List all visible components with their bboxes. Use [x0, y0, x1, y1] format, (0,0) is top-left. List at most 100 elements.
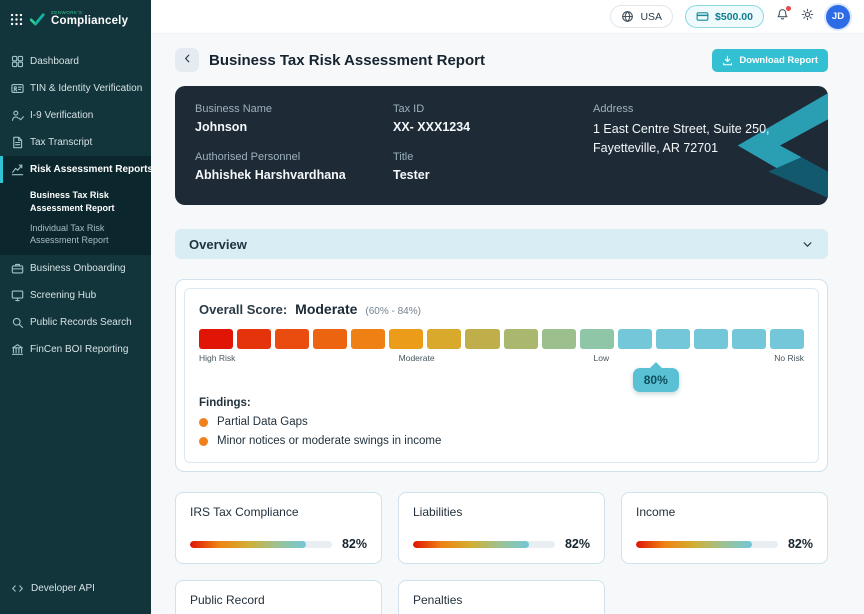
sidebar-item-label: Dashboard — [30, 56, 79, 67]
sidebar-item-i-9-verification[interactable]: I-9 Verification — [0, 102, 151, 129]
score-tooltip-value: 80% — [644, 373, 668, 387]
metric-progress-bar — [190, 541, 332, 548]
settings-button[interactable] — [801, 8, 814, 26]
metric-title: Public Record — [190, 593, 367, 607]
risk-scale-label: Moderate — [399, 353, 435, 363]
sidebar-item-screening-hub[interactable]: Screening Hub — [0, 282, 151, 309]
field-label: Tax ID — [393, 103, 593, 115]
globe-icon — [621, 10, 634, 23]
risk-segment — [465, 329, 499, 349]
metric-card-irs-tax-compliance: IRS Tax Compliance82% — [175, 492, 382, 564]
download-report-button[interactable]: Download Report — [712, 49, 828, 72]
code-icon — [11, 582, 24, 595]
chevron-left-icon — [181, 52, 194, 68]
notifications-button[interactable] — [776, 8, 789, 26]
sidebar-item-label: FinCen BOI Reporting — [30, 344, 128, 355]
download-icon — [722, 55, 733, 66]
risk-segment — [770, 329, 804, 349]
field-value: Abhishek Harshvardhana — [195, 168, 393, 182]
sidebar-item-label: Screening Hub — [30, 290, 96, 301]
metric-title: Income — [636, 505, 813, 519]
app-window: ZENWORK'S Compliancely Dashboard TIN & Id… — [0, 0, 864, 614]
sidebar-subitem-business-tax-risk-assessment-report[interactable]: Business Tax Risk Assessment Report — [0, 185, 151, 217]
region-label: USA — [640, 11, 662, 23]
balance-amount: $500.00 — [715, 11, 753, 23]
balance-button[interactable]: $500.00 — [685, 5, 764, 28]
bank-icon — [11, 343, 24, 356]
region-selector[interactable]: USA — [610, 5, 673, 28]
brand-name: Compliancely — [51, 15, 128, 28]
user-avatar[interactable]: JD — [826, 5, 850, 29]
page-header: Business Tax Risk Assessment Report Down… — [175, 48, 828, 72]
check-icon — [29, 12, 45, 26]
risk-scale-labels: High RiskModerateLowNo Risk — [199, 352, 804, 364]
metric-card-public-record: Public Record — [175, 580, 382, 614]
field-value: Tester — [393, 168, 593, 182]
sidebar-header: ZENWORK'S Compliancely — [0, 0, 151, 40]
main-content: Business Tax Risk Assessment Report Down… — [151, 34, 864, 614]
score-range: (60% - 84%) — [365, 306, 421, 317]
field-label: Address — [593, 103, 808, 115]
finding-item: Partial Data Gaps — [199, 416, 804, 428]
download-report-label: Download Report — [739, 55, 818, 66]
risk-scale-label: Low — [594, 353, 610, 363]
sidebar-item-label: I-9 Verification — [30, 110, 93, 121]
field-label: Authorised Personnel — [195, 151, 393, 163]
sidebar-item-dashboard[interactable]: Dashboard — [0, 48, 151, 75]
metric-title: IRS Tax Compliance — [190, 505, 367, 519]
address-field: Address 1 East Centre Street, Suite 250,… — [593, 103, 808, 182]
sidebar-item-risk-assessment-reports[interactable]: Risk Assessment Reports — [0, 156, 151, 183]
card-icon — [696, 10, 709, 23]
apps-grid-icon[interactable] — [10, 13, 23, 26]
sidebar-item-label: Business Onboarding — [30, 263, 126, 274]
metric-card-income: Income82% — [621, 492, 828, 564]
overview-accordion[interactable]: Overview — [175, 229, 828, 259]
authorised-personnel-field: Authorised Personnel Abhishek Harshvardh… — [195, 151, 393, 182]
risk-segment — [732, 329, 766, 349]
monitor-icon — [11, 289, 24, 302]
field-value: Johnson — [195, 120, 393, 134]
sidebar-subitem-individual-tax-risk-assessment-report[interactable]: Individual Tax Risk Assessment Report — [0, 218, 151, 250]
overview-title: Overview — [189, 237, 247, 252]
briefcase-icon — [11, 262, 24, 275]
sidebar-item-business-onboarding[interactable]: Business Onboarding — [0, 255, 151, 282]
file-text-icon — [11, 136, 24, 149]
sidebar-item-tin-identity-verification[interactable]: TIN & Identity Verification — [0, 75, 151, 102]
sidebar-item-tax-transcript[interactable]: Tax Transcript — [0, 129, 151, 156]
sidebar-item-developer-api[interactable]: Developer API — [0, 575, 151, 602]
back-button[interactable] — [175, 48, 199, 72]
business-info-grid: Business Name Johnson Tax ID XX- XXX1234… — [195, 103, 808, 182]
sidebar-item-fincen-boi-reporting[interactable]: FinCen BOI Reporting — [0, 336, 151, 363]
search-icon — [11, 316, 24, 329]
risk-segment — [542, 329, 576, 349]
metric-title: Liabilities — [413, 505, 590, 519]
sidebar-item-label: Tax Transcript — [30, 137, 92, 148]
metric-card-penalties: Penalties — [398, 580, 605, 614]
sidebar-item-label: Developer API — [31, 583, 95, 594]
score-tooltip: 80% — [633, 368, 679, 392]
risk-scale — [199, 329, 804, 349]
findings-list: Partial Data GapsMinor notices or modera… — [199, 416, 804, 447]
gear-icon — [801, 8, 814, 26]
risk-segment — [504, 329, 538, 349]
page-title: Business Tax Risk Assessment Report — [209, 52, 485, 69]
risk-segment — [313, 329, 347, 349]
sidebar-item-public-records-search[interactable]: Public Records Search — [0, 309, 151, 336]
risk-segment — [618, 329, 652, 349]
risk-segment — [580, 329, 614, 349]
overall-score-panel: Overall Score: Moderate (60% - 84%) High… — [175, 279, 828, 472]
sidebar-nav: Dashboard TIN & Identity Verification I-9 … — [0, 48, 151, 363]
metric-progress-bar — [636, 541, 778, 548]
title-field: Title Tester — [393, 151, 593, 182]
sidebar-item-label: Risk Assessment Reports — [30, 164, 153, 175]
risk-chart-icon — [11, 163, 24, 176]
business-summary-card: Business Name Johnson Tax ID XX- XXX1234… — [175, 86, 828, 205]
metric-value: 82% — [565, 537, 590, 551]
findings-title: Findings: — [199, 397, 804, 409]
chevron-down-icon — [801, 238, 814, 251]
risk-scale-label: High Risk — [199, 353, 235, 363]
risk-segment — [199, 329, 233, 349]
field-label: Business Name — [195, 103, 393, 115]
score-heading: Overall Score: Moderate (60% - 84%) — [199, 301, 804, 317]
sidebar-item-label: TIN & Identity Verification — [30, 83, 142, 94]
